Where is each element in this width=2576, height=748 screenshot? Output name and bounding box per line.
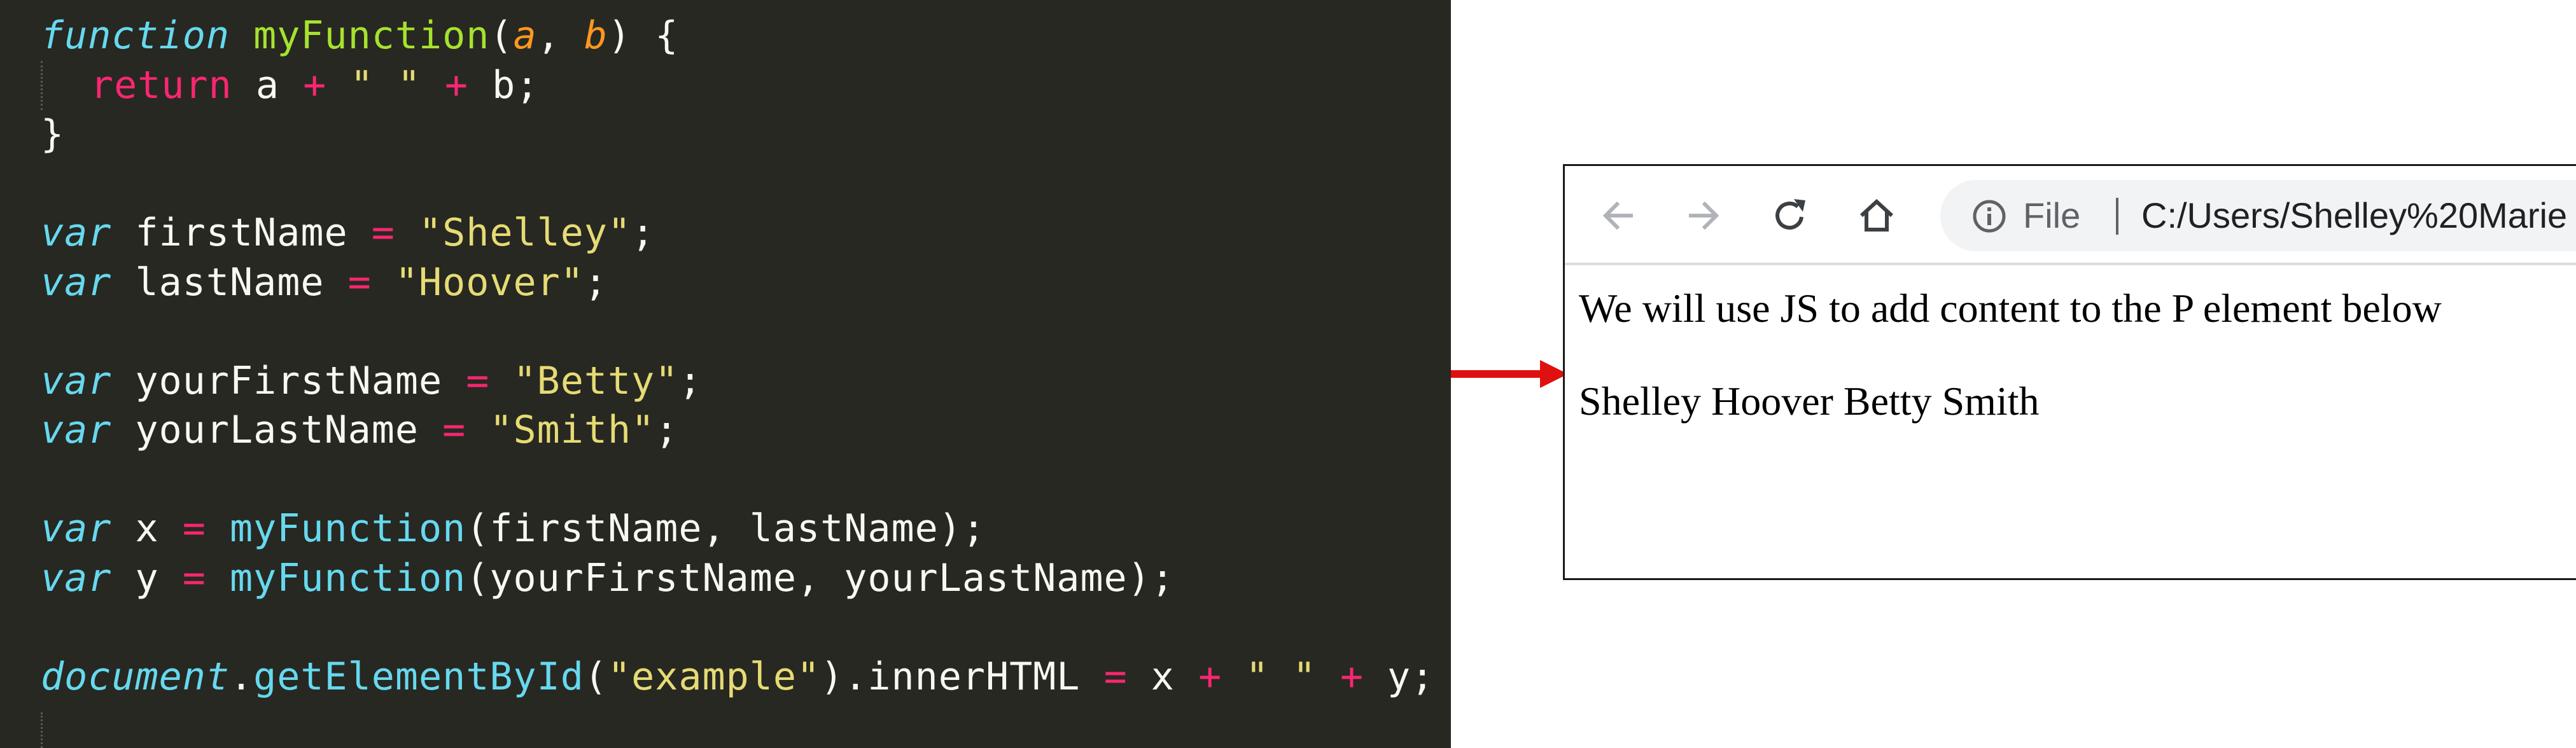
code-token: b (584, 13, 608, 58)
code-token: "Smith" (489, 408, 655, 452)
indent-guide (41, 712, 43, 748)
file-scheme-label: File (2023, 195, 2081, 235)
code-token: ; (678, 358, 703, 403)
code-line: var lastName = "Hoover"; (0, 258, 1451, 308)
code-token: "Hoover" (395, 260, 584, 305)
code-line: var firstName = "Shelley"; (0, 209, 1451, 258)
code-token: ; (584, 260, 608, 305)
code-token: yourLastName (111, 408, 443, 452)
code-token: getElementById (253, 654, 584, 699)
code-line: function myFunction(a, b) { (0, 11, 1451, 61)
code-token: myFunction (253, 13, 490, 58)
browser-toolbar: File C:/Users/Shelley%20Marie (1565, 166, 2576, 265)
info-circle-icon[interactable] (1972, 199, 2006, 233)
code-token: } (41, 112, 65, 156)
code-token: a (232, 62, 304, 107)
code-line: return a + " " + b; (0, 60, 1451, 110)
code-token: = (371, 211, 395, 255)
code-token: firstName (111, 211, 372, 255)
code-token: b; (468, 62, 540, 107)
code-token: var (41, 260, 112, 305)
code-token: function (41, 13, 230, 58)
code-token: = (182, 506, 206, 551)
code-token: + (1340, 654, 1364, 699)
code-token: ) { (607, 13, 679, 58)
code-token: = (466, 358, 490, 403)
code-token: ; (655, 408, 679, 452)
code-token: = (347, 260, 372, 305)
example-paragraph: Shelley Hoover Betty Smith (1579, 378, 2040, 424)
code-token: var (41, 358, 112, 403)
code-token: ).innerHTML (820, 654, 1104, 699)
intro-paragraph: We will use JS to add content to the P e… (1579, 286, 2442, 331)
url-text[interactable]: C:/Users/Shelley%20Marie (2141, 180, 2567, 251)
code-token: x (1127, 654, 1199, 699)
code-token: , (536, 13, 584, 58)
code-token: " " (350, 62, 421, 107)
code-line: var yourFirstName = "Betty"; (0, 357, 1451, 406)
code-token: "example" (607, 654, 821, 699)
code-token: y; (1363, 654, 1435, 699)
address-bar[interactable]: File C:/Users/Shelley%20Marie (1940, 180, 2576, 251)
code-token: ( (489, 13, 514, 58)
code-token: y (111, 555, 183, 600)
code-token: = (182, 555, 206, 600)
browser-window: File C:/Users/Shelley%20Marie We will us… (1563, 164, 2576, 580)
code-line: var yourLastName = "Smith"; (0, 406, 1451, 455)
code-line: document.getElementById("example").inner… (0, 653, 1451, 702)
code-editor-panel[interactable]: function myFunction(a, b) {return a + " … (0, 0, 1451, 748)
code-token: + (303, 62, 327, 107)
code-token: . (229, 654, 254, 699)
code-block: function myFunction(a, b) {return a + " … (0, 11, 1451, 702)
code-token: myFunction (230, 555, 466, 600)
code-line: var y = myFunction(yourFirstName, yourLa… (0, 554, 1451, 604)
home-icon[interactable] (1856, 195, 1897, 236)
code-token: var (41, 506, 112, 551)
code-token: (firstName, lastName); (466, 506, 986, 551)
code-token: yourFirstName (111, 358, 466, 403)
address-separator (2116, 198, 2118, 235)
code-token: + (1198, 654, 1222, 699)
reload-icon[interactable] (1770, 195, 1810, 236)
code-token: myFunction (230, 506, 466, 551)
code-token: return (90, 62, 232, 107)
code-token: " " (1245, 654, 1317, 699)
code-token: lastName (111, 260, 348, 305)
code-line: } (0, 110, 1451, 160)
code-token: + (444, 62, 468, 107)
code-token: var (41, 211, 112, 255)
code-token: "Betty" (513, 358, 679, 403)
red-arrow-icon (1451, 360, 1568, 388)
code-token: ; (631, 211, 655, 255)
code-line: var x = myFunction(firstName, lastName); (0, 504, 1451, 554)
arrow-right-icon[interactable] (1683, 195, 1724, 236)
code-token: = (1103, 654, 1128, 699)
code-token: x (111, 506, 183, 551)
code-token: var (41, 408, 112, 452)
indent-guide (41, 60, 43, 110)
code-token: var (41, 555, 112, 600)
code-token: a (513, 13, 537, 58)
code-token: document (41, 654, 230, 699)
code-token: (yourFirstName, yourLastName); (466, 555, 1175, 600)
arrow-left-icon[interactable] (1598, 195, 1639, 236)
code-token: ( (584, 654, 608, 699)
code-token: "Shelley" (418, 211, 632, 255)
code-token: = (442, 408, 466, 452)
